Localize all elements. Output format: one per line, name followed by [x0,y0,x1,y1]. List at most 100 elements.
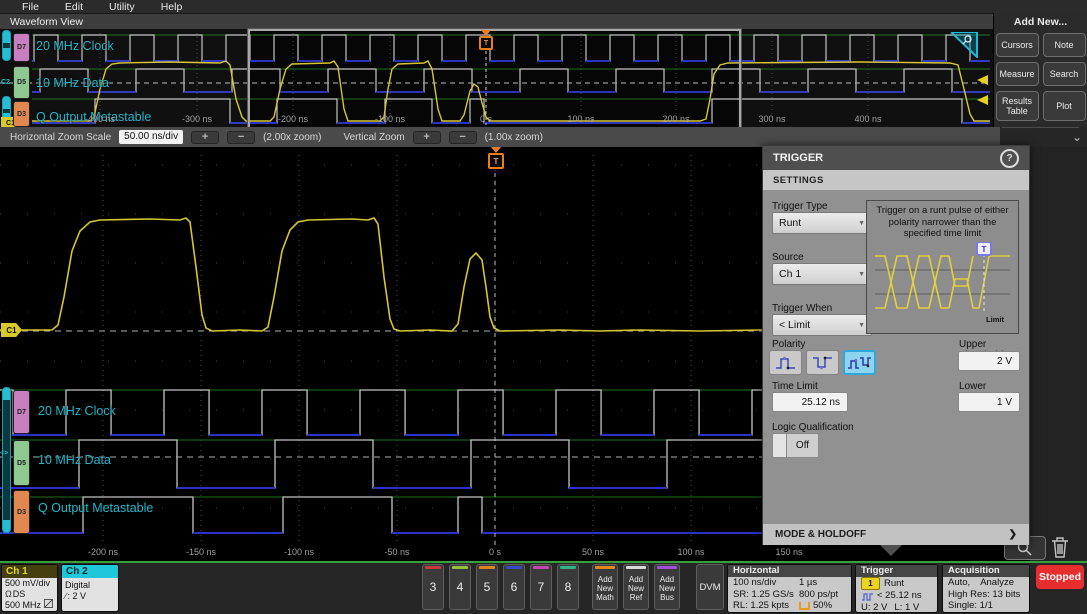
dropdown-arrow-icon: ▼ [858,321,865,329]
menu-file[interactable]: File [22,1,39,13]
horizontal-title: Horizontal [728,565,851,577]
source-label: Source [772,252,804,263]
stopped-button[interactable]: Stopped [1036,565,1084,589]
trigger-type-value: Runt [779,217,802,229]
oscilloscope-screen: File Edit Utility Help Waveform View C2 … [0,0,1087,614]
trigger-type-dropdown[interactable]: Runt ▼ [772,212,872,234]
trigger-when-dropdown[interactable]: < Limit ▼ [772,314,872,336]
add-new-ref-button[interactable]: Add New Ref [623,564,649,610]
channel-5-button[interactable]: 5 [476,564,498,610]
trigger-upper-readout: U: 2 V [861,601,888,613]
channel-7-button[interactable]: 7 [530,564,552,610]
overview-tick: 100 ns [567,114,595,124]
mode-holdoff-bar[interactable]: MODE & HOLDOFF ❯ [763,524,1029,545]
digital-group-handle[interactable]: <> [0,450,8,457]
search-button[interactable]: Search [1042,62,1086,86]
acq-analyze: Analyze [980,577,1014,588]
h-position: 50% [813,600,833,611]
upper-threshold-input[interactable]: 2 V [958,351,1020,371]
trigger-when-label: Trigger When [772,303,833,314]
runt-diagram: T Limit [875,241,1010,324]
trigger-panel-header[interactable]: TRIGGER ? [763,146,1029,170]
d5-label-overview: 10 MHz Data [36,76,109,90]
note-button[interactable]: Note [1042,33,1086,57]
zoom-overview-icon[interactable] [951,32,978,58]
polarity-label: Polarity [772,339,806,350]
trigger-position-icon [799,601,810,610]
digital-group-bar[interactable] [2,387,11,533]
c2-handle[interactable]: C2 [1,79,10,86]
overview-tick: -400 ns [84,114,116,124]
h-zoom-scale-label: Horizontal Zoom Scale [10,131,112,143]
d3-badge-overview[interactable]: D3 [13,101,30,127]
channel-8-button[interactable]: 8 [557,564,579,610]
h-zoom-plus-button[interactable]: + [191,130,220,144]
plot-button[interactable]: Plot [1042,91,1086,121]
overview-scroll-handle-top[interactable] [2,30,11,61]
trigger-marker-flag: T [479,36,493,50]
cursors-button[interactable]: Cursors [995,33,1039,57]
h-scale: 100 ns/div [733,577,777,588]
trigger-panel-title: TRIGGER [773,152,824,164]
probe-icon: Ω [5,588,12,599]
acquisition-readout[interactable]: Acquisition Auto, Analyze High Res: 13 bi… [942,564,1030,613]
add-new-bus-button[interactable]: Add New Bus [654,564,680,610]
dvm-button[interactable]: DVM [696,564,724,610]
polarity-either-button[interactable] [843,350,876,375]
polarity-negative-button[interactable] [806,350,839,375]
horizontal-readout[interactable]: Horizontal 100 ns/div 1 µs SR: 1.25 GS/s 8… [727,564,852,613]
main-tick: -100 ns [283,547,315,557]
h-zoom-factor: (2.00x zoom) [263,131,322,143]
polarity-positive-button[interactable] [769,350,802,375]
time-limit-input[interactable]: 25.12 ns [772,392,848,412]
v-zoom-plus-button[interactable]: + [412,130,441,144]
ch2-badge[interactable]: Ch 2 Digital ∕: 2 V [61,564,119,612]
upper-threshold-arrow[interactable] [977,75,988,85]
time-limit-label: Time Limit [772,381,818,392]
main-tick: 50 ns [581,547,605,557]
channel-6-button[interactable]: 6 [503,564,525,610]
channel-color-stripe [452,566,468,569]
trigger-settings-panel: TRIGGER ? SETTINGS Trigger Type Runt ▼ S… [762,145,1030,545]
h-zoom-scale-input[interactable]: 50.00 ns/div [119,130,184,144]
lower-threshold-arrow[interactable] [977,95,988,105]
v-zoom-minus-button[interactable]: − [448,130,477,144]
channel-4-button[interactable]: 4 [449,564,471,610]
tab-waveform-view[interactable]: Waveform View [0,16,83,28]
trigger-marker-main[interactable]: T [488,147,504,169]
collapse-chevron-icon[interactable]: ⌄ [1072,130,1082,144]
menu-edit[interactable]: Edit [65,1,83,13]
trash-icon[interactable] [1048,534,1072,560]
menu-help[interactable]: Help [161,1,183,13]
trigger-readout[interactable]: Trigger 1 Runt < 25.12 ns U: 2 V L: 1 V [855,564,938,613]
d3-badge-main[interactable]: D3 [13,490,30,534]
d7-badge-overview[interactable]: D7 [13,33,30,62]
overview-tick: -300 ns [181,114,213,124]
panel-pointer [880,545,902,556]
trigger-when-value: < Limit [779,319,811,331]
logic-qualification-toggle[interactable]: Off [772,433,819,458]
menu-utility[interactable]: Utility [109,1,135,13]
trigger-when-readout: < 25.12 ns [877,590,922,601]
h-zoom-minus-button[interactable]: − [227,130,256,144]
settings-tab[interactable]: SETTINGS [763,170,1029,190]
lower-threshold-input[interactable]: 1 V [958,392,1020,412]
trigger-marker-overview[interactable]: T [479,30,493,50]
d5-badge-overview[interactable]: D5 [13,66,30,99]
help-icon[interactable]: ? [1000,148,1019,168]
mode-holdoff-label: MODE & HOLDOFF [775,529,867,540]
results-table-button[interactable]: Results Table [995,91,1039,121]
source-value: Ch 1 [779,268,802,280]
d5-badge-main[interactable]: D5 [13,440,30,486]
ch1-badge[interactable]: Ch 1 500 mV/div ΩDS 500 MHz [1,564,58,612]
source-dropdown[interactable]: Ch 1 ▼ [772,263,872,285]
d7-badge-main[interactable]: D7 [13,390,30,434]
acq-mode: Auto, [948,577,971,588]
add-new-math-button[interactable]: Add New Math [592,564,618,610]
measure-button[interactable]: Measure [995,62,1039,86]
ref-color-stripe [626,566,646,569]
right-margin [1030,147,1087,561]
channel-3-button[interactable]: 3 [422,564,444,610]
h-resolution: 800 ps/pt [799,588,839,600]
channel-color-stripe [425,566,441,569]
